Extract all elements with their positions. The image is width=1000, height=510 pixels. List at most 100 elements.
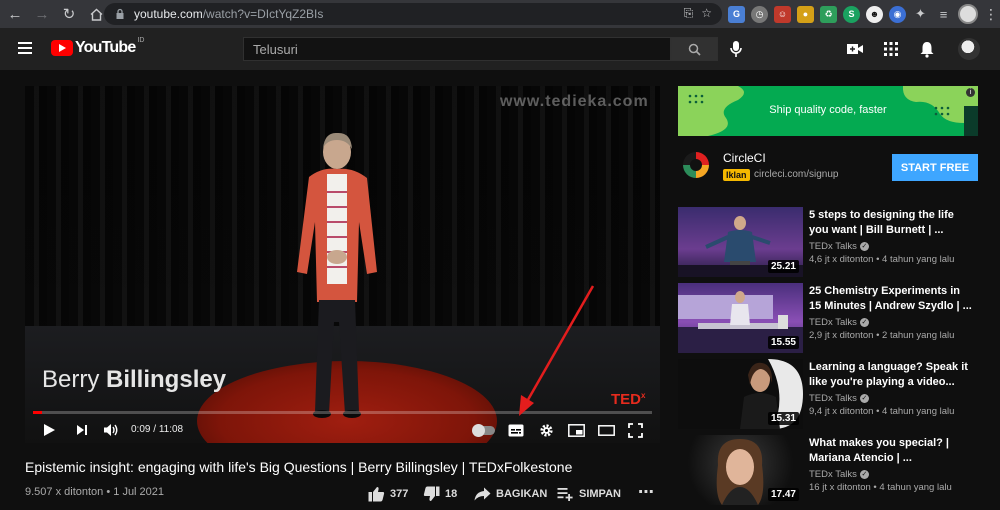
url-path: /watch?v=DIctYqZ2BIs	[202, 7, 324, 21]
recommendation-title[interactable]: Learning a language? Speak it like you'r…	[809, 360, 974, 390]
extension-translate-icon[interactable]: G	[728, 5, 745, 23]
install-app-icon[interactable]: ⎘	[684, 6, 694, 21]
video-watermark: www.tedieka.com	[500, 93, 649, 110]
gear-icon	[539, 423, 553, 437]
forward-arrow-icon[interactable]: →	[30, 2, 54, 26]
dislike-count: 18	[445, 488, 458, 500]
autoplay-toggle[interactable]	[472, 424, 495, 437]
progress-bar[interactable]	[33, 411, 652, 414]
channel-label: TEDx Talks	[809, 317, 857, 328]
channel-name[interactable]: TEDx Talks ✓	[809, 241, 869, 252]
extension-clock-icon[interactable]: ◷	[751, 5, 768, 23]
youtube-header: YouTube ID Telusuri	[0, 28, 1000, 70]
channel-name[interactable]: TEDx Talks ✓	[809, 317, 869, 328]
volume-icon	[104, 424, 118, 436]
video-duration: 15.55	[767, 336, 799, 349]
video-duration: 15.31	[767, 412, 799, 425]
notifications-bell-icon[interactable]	[918, 40, 936, 58]
theater-mode-button[interactable]	[597, 421, 615, 439]
player-controls: 0:09 / 11:08	[25, 418, 660, 443]
extension-avatar-icon[interactable]: ☻	[866, 5, 883, 23]
circleci-logo	[683, 152, 709, 178]
video-thumbnail[interactable]: 15.31	[678, 359, 803, 429]
verified-check-icon: ✓	[859, 470, 869, 479]
recommendation-title[interactable]: What makes you special? | Mariana Atenci…	[809, 436, 974, 466]
channel-name[interactable]: TEDx Talks ✓	[809, 393, 869, 404]
search-button[interactable]	[671, 37, 718, 61]
time-total: 11:08	[158, 424, 184, 435]
start-free-button[interactable]: START FREE	[892, 154, 978, 181]
share-button[interactable]: BAGIKAN	[474, 485, 547, 503]
extension-shield-icon[interactable]: ◉	[889, 5, 906, 23]
reload-icon[interactable]: ↻	[57, 2, 81, 26]
dislike-button[interactable]: 18	[423, 485, 457, 503]
verified-check-icon: ✓	[859, 318, 869, 327]
save-button[interactable]: SIMPAN	[557, 485, 621, 503]
share-arrow-icon	[474, 487, 491, 501]
bookmark-star-icon[interactable]: ☆	[701, 6, 712, 21]
play-button[interactable]	[40, 421, 58, 439]
miniplayer-button[interactable]	[567, 421, 585, 439]
video-thumbnail[interactable]: 25.21	[678, 207, 803, 277]
recommendation-meta: 4,6 jt x ditonton • 4 tahun yang lalu	[809, 254, 955, 265]
mute-button[interactable]	[102, 421, 120, 439]
share-label: BAGIKAN	[496, 488, 548, 500]
channel-label: TEDx Talks	[809, 393, 857, 404]
like-button[interactable]: 377	[368, 485, 408, 503]
rec-age: 4 tahun yang lalu	[882, 406, 955, 417]
recommendation-title[interactable]: 5 steps to designing the life you want |…	[809, 208, 974, 238]
speaker-name-overlay: Berry Billingsley	[42, 366, 226, 394]
video-player[interactable]: www.tedieka.com Berry Billingsley TEDx 0…	[25, 86, 660, 443]
ad-badge: Iklan	[723, 169, 750, 181]
extensions-puzzle-icon[interactable]: ✦	[912, 6, 929, 23]
address-bar[interactable]: youtube.com/watch?v=DIctYqZ2BIs ⎘ ☆	[104, 3, 722, 25]
search-input[interactable]: Telusuri	[243, 37, 671, 61]
recommendation-item[interactable]: 15.55 25 Chemistry Experiments in 15 Min…	[678, 283, 978, 353]
thumbs-up-icon	[368, 487, 385, 502]
back-arrow-icon[interactable]: ←	[3, 2, 27, 26]
youtube-logo[interactable]: YouTube ID	[51, 37, 145, 57]
theater-icon	[597, 424, 615, 436]
recommendation-item[interactable]: 15.31 Learning a language? Speak it like…	[678, 359, 978, 429]
recommendation-item[interactable]: 25.21 5 steps to designing the life you …	[678, 207, 978, 277]
menu-hamburger-icon[interactable]	[18, 42, 32, 54]
extension-person-icon[interactable]: ☺	[774, 5, 791, 23]
extension-recycle-icon[interactable]: ♻	[820, 5, 837, 23]
speaker-last-name: Billingsley	[106, 366, 227, 393]
more-actions-icon[interactable]: ⋯	[638, 483, 654, 501]
rec-age: 2 tahun yang lalu	[882, 330, 955, 341]
ad-info-icon[interactable]: i	[966, 88, 975, 97]
rec-views: 4,6 jt x ditonton	[809, 254, 874, 265]
recommendation-title[interactable]: 25 Chemistry Experiments in 15 Minutes |…	[809, 284, 974, 314]
ad-banner[interactable]: Ship quality code, faster i	[678, 86, 978, 136]
fullscreen-button[interactable]	[626, 421, 644, 439]
playlist-add-icon	[557, 488, 573, 501]
reading-list-icon[interactable]: ≡	[935, 6, 952, 23]
create-video-icon[interactable]	[846, 40, 864, 58]
channel-name[interactable]: TEDx Talks ✓	[809, 469, 869, 480]
video-thumbnail[interactable]: 15.55	[678, 283, 803, 353]
verified-check-icon: ✓	[859, 394, 869, 403]
video-duration: 25.21	[767, 260, 799, 273]
view-count: 9.507 x ditonton	[25, 486, 104, 498]
settings-button[interactable]	[537, 421, 555, 439]
speaker-figure	[297, 132, 377, 418]
logo-region: ID	[137, 37, 145, 44]
ted-x-text: x	[641, 391, 646, 400]
extension-cookie-icon[interactable]: ●	[797, 5, 814, 23]
skip-next-icon	[77, 425, 87, 435]
subtitles-button[interactable]	[507, 421, 525, 439]
upload-date: 1 Jul 2021	[113, 486, 165, 498]
recommendation-item[interactable]: 17.47 What makes you special? | Mariana …	[678, 435, 978, 505]
voice-search-mic-icon[interactable]	[728, 40, 744, 58]
time-current: 0:09	[131, 424, 151, 435]
extension-s-icon[interactable]: S	[843, 5, 860, 23]
next-button[interactable]	[73, 421, 91, 439]
browser-profile-avatar[interactable]	[958, 4, 978, 24]
browser-menu-icon[interactable]: ⋮	[984, 6, 998, 23]
ad-url: circleci.com/signup	[754, 169, 839, 180]
video-thumbnail[interactable]: 17.47	[678, 435, 803, 505]
account-avatar[interactable]	[958, 38, 980, 60]
apps-grid-icon[interactable]	[882, 40, 900, 58]
url-host: youtube.com	[134, 7, 203, 21]
